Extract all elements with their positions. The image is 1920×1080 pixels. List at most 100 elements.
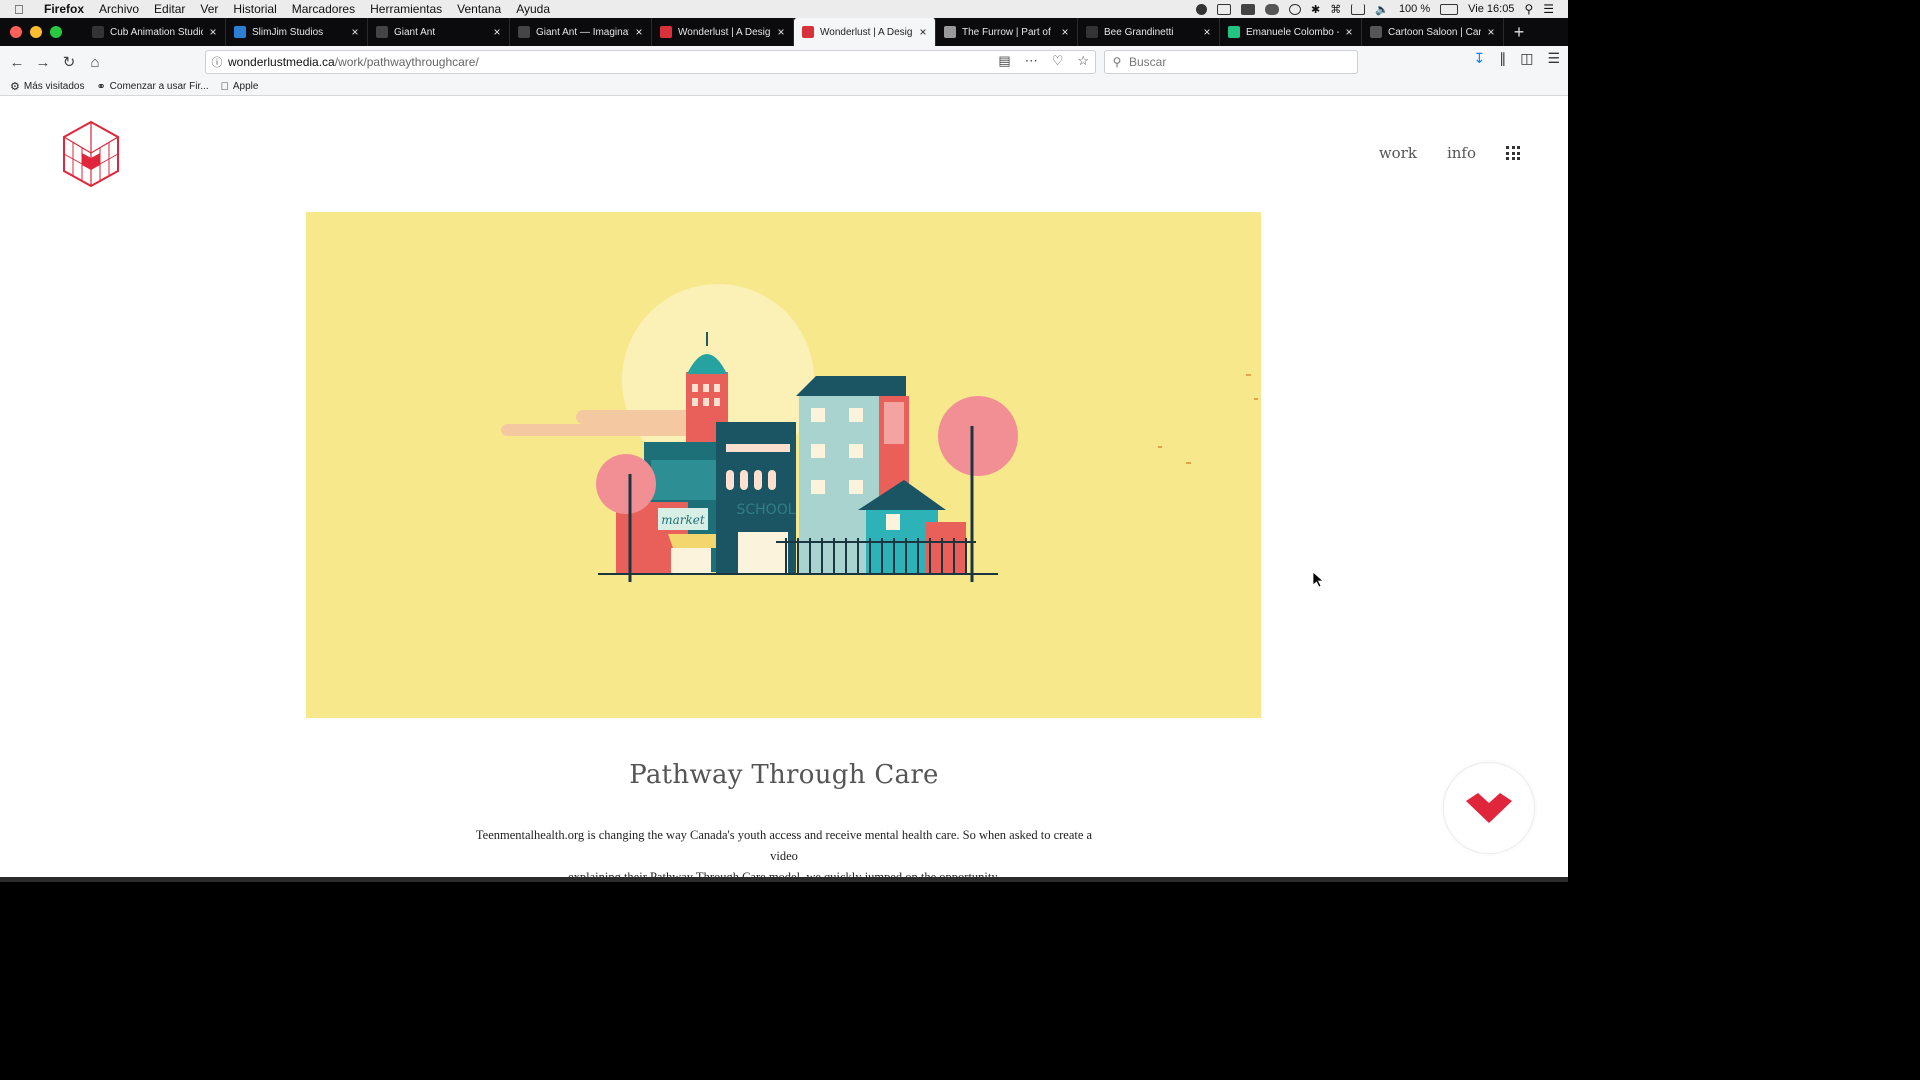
macos-menu-bar:  Firefox Archivo Editar Ver Historial M… <box>0 0 1568 18</box>
browser-tab[interactable]: Wonderlust | A Desig × <box>794 18 936 46</box>
clock[interactable]: Vie 16:05 <box>1468 3 1514 15</box>
tab-title: SlimJim Studios <box>252 26 324 38</box>
window-bottom-edge <box>0 877 1568 882</box>
bookmark-label: Más visitados <box>23 81 85 92</box>
tab-close-icon[interactable]: × <box>1201 25 1213 39</box>
close-window-button[interactable] <box>10 26 22 38</box>
wonderlust-logo[interactable] <box>60 120 122 188</box>
url-bar[interactable]: ⓘ wonderlustmedia.ca/work/pathwaythrough… <box>205 50 1096 74</box>
tab-close-icon[interactable]: × <box>775 25 787 39</box>
menu-ayuda[interactable]: Ayuda <box>516 2 550 16</box>
browser-tab[interactable]: Bee Grandinetti × <box>1078 18 1220 46</box>
search-icon: ⚲ <box>1112 55 1122 69</box>
url-domain: wonderlustmedia.ca <box>228 55 335 69</box>
downloads-icon[interactable]: ↧ <box>1473 50 1485 67</box>
wonderlust-mark-icon <box>1466 793 1512 823</box>
apple-menu-icon[interactable]:  <box>14 2 34 17</box>
nav-info-link[interactable]: info <box>1447 144 1476 162</box>
tab-favicon-icon <box>1228 26 1240 38</box>
tab-favicon-icon <box>1370 26 1382 38</box>
market-sign: market <box>661 513 705 527</box>
tab-close-icon[interactable]: × <box>633 25 645 39</box>
description-line-2: explaining their Pathway Through Care mo… <box>568 870 1000 877</box>
tab-strip: Cub Animation Studio × SlimJim Studios × Gia… <box>0 18 1568 46</box>
tab-close-icon[interactable]: × <box>1485 25 1497 39</box>
tab-close-icon[interactable]: × <box>491 25 503 39</box>
record-icon[interactable] <box>1196 3 1208 15</box>
bookmark-label: Apple <box>224 81 259 92</box>
tab-close-icon[interactable]: × <box>349 25 361 39</box>
notification-center-icon[interactable]: ☰ <box>1543 2 1554 16</box>
nav-work-link[interactable]: work <box>1379 144 1417 162</box>
pocket-icon[interactable]: ♡ <box>1052 53 1064 69</box>
maximize-window-button[interactable] <box>50 26 62 38</box>
menu-ver[interactable]: Ver <box>200 2 218 16</box>
browser-tab[interactable]: Cub Animation Studio × <box>84 18 226 46</box>
library-icon[interactable]: ∥ <box>1499 50 1506 67</box>
browser-tab[interactable]: Emanuele Colombo - × <box>1220 18 1362 46</box>
hero-illustration: market SCHOOL <box>306 212 1261 718</box>
minimize-window-button[interactable] <box>30 26 42 38</box>
menu-herramientas[interactable]: Herramientas <box>370 2 442 16</box>
forward-button[interactable]: → <box>30 50 56 74</box>
airplay-icon[interactable] <box>1351 3 1366 15</box>
grid-menu-icon[interactable] <box>1506 146 1520 160</box>
hamburger-menu-icon[interactable]: ☰ <box>1547 50 1560 67</box>
menu-editar[interactable]: Editar <box>154 2 185 16</box>
tab-title: Emanuele Colombo - <box>1246 26 1339 38</box>
bluetooth-icon[interactable]: ✱ <box>1311 3 1320 16</box>
browser-tab[interactable]: Wonderlust | A Desig × <box>652 18 794 46</box>
tab-favicon-icon <box>944 26 956 38</box>
time-machine-icon[interactable] <box>1289 3 1302 15</box>
window-controls <box>0 18 84 46</box>
menu-historial[interactable]: Historial <box>233 2 276 16</box>
tab-title: Cartoon Saloon | Car <box>1388 26 1481 38</box>
page-actions-icon[interactable]: ⋯ <box>1025 53 1038 69</box>
tab-favicon-icon <box>234 26 246 38</box>
tab-close-icon[interactable]: × <box>917 25 929 39</box>
tab-close-icon[interactable]: × <box>1343 25 1355 39</box>
browser-tab[interactable]: Giant Ant × <box>368 18 510 46</box>
menu-marcadores[interactable]: Marcadores <box>292 2 355 16</box>
apple-icon:  <box>221 81 229 93</box>
menu-ventana[interactable]: Ventana <box>457 2 501 16</box>
browser-tab[interactable]: The Furrow | Part of × <box>936 18 1078 46</box>
mouse-cursor-icon <box>1313 572 1325 588</box>
tab-close-icon[interactable]: × <box>1059 25 1071 39</box>
browser-tab[interactable]: Giant Ant — Imaginat × <box>510 18 652 46</box>
tab-title: The Furrow | Part of <box>962 26 1051 38</box>
wonderlust-chat-button[interactable] <box>1443 762 1535 854</box>
home-button[interactable]: ⌂ <box>82 50 108 74</box>
tab-favicon-icon <box>518 26 530 38</box>
sidebar-icon[interactable]: ◫ <box>1520 50 1533 67</box>
battery-icon[interactable] <box>1440 3 1459 15</box>
search-bar[interactable]: ⚲ Buscar <box>1104 50 1358 74</box>
bookmark-star-icon[interactable]: ☆ <box>1077 53 1089 69</box>
wifi-icon[interactable]: ⌘ <box>1330 3 1341 16</box>
site-info-icon[interactable]: ⓘ <box>206 54 228 70</box>
battery-percent: 100 % <box>1398 3 1431 15</box>
back-button[interactable]: ← <box>4 50 30 74</box>
navigation-bar: ← → ↻ ⌂ ⓘ wonderlustmedia.ca/work/pathwa… <box>0 46 1568 78</box>
bookmark-most-visited[interactable]: ⚙ Más visitados <box>10 80 84 93</box>
bookmark-getting-started[interactable]: ⚭ Comenzar a usar Fir... <box>96 80 208 93</box>
menu-app-firefox[interactable]: Firefox <box>44 2 84 16</box>
new-tab-button[interactable]: + <box>1504 18 1534 46</box>
bookmark-label: Comenzar a usar Fir... <box>109 81 209 92</box>
project-title: Pathway Through Care <box>629 760 939 790</box>
tab-close-icon[interactable]: × <box>207 25 219 39</box>
evernote-icon[interactable] <box>1265 3 1280 15</box>
browser-tab[interactable]: Cartoon Saloon | Car × <box>1362 18 1504 46</box>
messages-icon[interactable] <box>1241 3 1256 15</box>
reload-button[interactable]: ↻ <box>56 50 82 74</box>
volume-icon[interactable]: 🔈 <box>1375 3 1389 16</box>
reader-view-icon[interactable]: ▤ <box>998 53 1010 69</box>
bookmark-apple[interactable]:  Apple <box>221 81 259 93</box>
browser-tab[interactable]: SlimJim Studios × <box>226 18 368 46</box>
display-icon[interactable] <box>1217 3 1232 15</box>
tab-favicon-icon <box>1086 26 1098 38</box>
project-description: Teenmentalhealth.org is changing the way… <box>474 825 1094 877</box>
tab-favicon-icon <box>92 26 104 38</box>
menu-archivo[interactable]: Archivo <box>99 2 139 16</box>
spotlight-icon[interactable]: ⚲ <box>1524 2 1533 16</box>
